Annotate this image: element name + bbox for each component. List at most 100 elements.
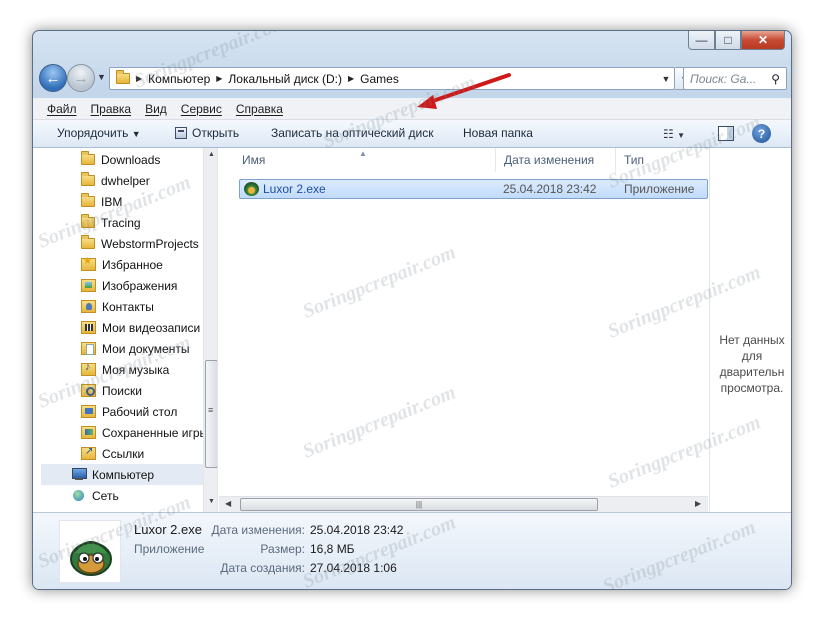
- nav-item-label: Downloads: [101, 152, 161, 167]
- file-list-horizontal-scrollbar[interactable]: ◀ ||| ▶: [219, 496, 708, 512]
- scroll-up-arrow-icon[interactable]: ▲: [204, 151, 217, 158]
- searches-folder-icon: [81, 384, 96, 397]
- recent-pages-dropdown[interactable]: ▼: [97, 72, 106, 82]
- desktop-folder-icon: [81, 405, 96, 418]
- change-view-button[interactable]: ☷ ▼: [663, 127, 685, 141]
- maximize-button[interactable]: □: [715, 31, 741, 50]
- chevron-right-icon[interactable]: ▶: [348, 74, 354, 83]
- nav-item-label: Избранное: [102, 257, 163, 272]
- file-date-modified: 25.04.2018 23:42: [503, 182, 597, 196]
- menu-view[interactable]: Вид: [145, 102, 167, 116]
- breadcrumb-drive-d[interactable]: Локальный диск (D:): [228, 72, 342, 86]
- luxor-beetle-icon: [70, 541, 112, 576]
- no-preview-message: Нет данных для дварительн просмотра.: [719, 333, 785, 395]
- folder-icon: [81, 151, 95, 165]
- nav-item-dwhelper[interactable]: dwhelper: [81, 170, 150, 191]
- nav-item-computer[interactable]: Компьютер: [41, 464, 203, 485]
- nav-item-music[interactable]: Моя музыка: [81, 359, 169, 380]
- nav-item-favorites[interactable]: Избранное: [81, 254, 163, 275]
- column-header-name[interactable]: Имя: [234, 148, 496, 172]
- documents-folder-icon: [81, 342, 96, 355]
- luxor-app-icon: [244, 182, 259, 196]
- nav-item-searches[interactable]: Поиски: [81, 380, 142, 401]
- forward-button[interactable]: →: [67, 64, 95, 92]
- arrow-right-icon: →: [73, 69, 89, 87]
- nav-item-desktop[interactable]: Рабочий стол: [81, 401, 177, 422]
- breadcrumb-games[interactable]: Games: [360, 72, 399, 86]
- view-details-icon: ☷: [663, 127, 674, 141]
- menu-help[interactable]: Справка: [236, 102, 283, 116]
- nav-item-label: IBM: [101, 194, 123, 209]
- nav-item-ibm[interactable]: IBM: [81, 191, 122, 212]
- pictures-folder-icon: [81, 279, 96, 292]
- burn-button[interactable]: Записать на оптический диск: [271, 126, 434, 140]
- file-list: ▲ Имя Дата изменения Тип Luxor 2.exe 25.…: [219, 148, 708, 512]
- nav-item-label: Tracing: [101, 215, 141, 230]
- menu-file[interactable]: Файл: [47, 102, 77, 116]
- size-value: 16,8 МБ: [310, 542, 355, 556]
- search-icon[interactable]: ⚲: [771, 72, 780, 86]
- nav-item-label: dwhelper: [101, 173, 150, 188]
- nav-item-links[interactable]: Ссылки: [81, 443, 144, 464]
- menu-edit[interactable]: Правка: [91, 102, 132, 116]
- back-button[interactable]: ←: [39, 64, 67, 92]
- organize-label: Упорядочить: [57, 126, 129, 140]
- nav-item-label: Компьютер: [92, 467, 155, 482]
- nav-item-tracing[interactable]: Tracing: [81, 212, 141, 233]
- created-value: 27.04.2018 1:06: [310, 561, 397, 575]
- chevron-right-icon[interactable]: ▶: [136, 74, 142, 83]
- arrow-left-icon: ←: [45, 69, 61, 87]
- preview-pane-toggle-icon[interactable]: [718, 126, 734, 141]
- menu-bar: Файл Правка Вид Сервис Справка: [33, 98, 791, 120]
- address-dropdown-button[interactable]: ▼: [658, 74, 674, 84]
- scroll-down-arrow-icon[interactable]: ▼: [204, 498, 217, 505]
- minimize-button[interactable]: —: [688, 31, 715, 50]
- chevron-down-icon: ▼: [131, 129, 141, 139]
- nav-item-label: Сохраненные игры: [102, 425, 209, 440]
- nav-item-videos[interactable]: Мои видеозаписи: [81, 317, 200, 338]
- help-icon[interactable]: ?: [752, 124, 771, 143]
- modified-value: 25.04.2018 23:42: [310, 523, 404, 537]
- nav-item-label: Контакты: [102, 299, 154, 314]
- scroll-left-arrow-icon[interactable]: ◀: [225, 499, 231, 508]
- search-input[interactable]: Поиск: Ga... ⚲: [683, 67, 787, 90]
- nav-item-label: WebstormProjects: [101, 236, 199, 251]
- column-header-date-modified[interactable]: Дата изменения: [496, 148, 616, 172]
- network-icon: [71, 489, 86, 502]
- address-row: ← → ▼ ▶ Компьютер ▶ Локальный диск (D:) …: [39, 64, 787, 92]
- scroll-thumb[interactable]: [205, 360, 217, 468]
- close-button[interactable]: ✕: [741, 31, 785, 50]
- caption-buttons: — □ ✕: [688, 31, 785, 50]
- folder-icon: [116, 70, 130, 84]
- column-header-type[interactable]: Тип: [616, 148, 708, 172]
- nav-item-network[interactable]: Сеть: [71, 485, 119, 506]
- scroll-right-arrow-icon[interactable]: ▶: [695, 499, 701, 508]
- folder-icon: [81, 172, 95, 186]
- nav-item-label: Мои документы: [102, 341, 190, 356]
- scroll-thumb[interactable]: |||: [240, 498, 598, 511]
- nav-vertical-scrollbar[interactable]: ▲ ▼: [203, 148, 217, 512]
- nav-item-label: Ссылки: [102, 446, 145, 461]
- nav-item-contacts[interactable]: Контакты: [81, 296, 154, 317]
- file-row[interactable]: Luxor 2.exe 25.04.2018 23:42 Приложение: [239, 179, 708, 199]
- menu-tools[interactable]: Сервис: [181, 102, 222, 116]
- nav-item-label: Моя музыка: [102, 362, 170, 377]
- chevron-down-icon: ▼: [677, 131, 686, 140]
- computer-icon: [71, 468, 87, 481]
- nav-item-webstormprojects[interactable]: WebstormProjects: [81, 233, 199, 254]
- new-folder-button[interactable]: Новая папка: [463, 126, 533, 140]
- nav-item-documents[interactable]: Мои документы: [81, 338, 189, 359]
- chevron-right-icon[interactable]: ▶: [216, 74, 222, 83]
- file-thumbnail: [59, 520, 121, 583]
- open-button[interactable]: Открыть: [175, 126, 239, 140]
- nav-item-pictures[interactable]: Изображения: [81, 275, 177, 296]
- organize-button[interactable]: Упорядочить ▼: [57, 126, 141, 140]
- navigation-pane: Downloads dwhelper IBM Tracing WebstormP…: [33, 148, 218, 512]
- open-icon: [175, 127, 187, 139]
- command-bar: Упорядочить ▼ Открыть Записать на оптиче…: [33, 120, 791, 148]
- nav-item-downloads[interactable]: Downloads: [81, 149, 160, 170]
- nav-item-saved-games[interactable]: Сохраненные игры: [81, 422, 208, 443]
- address-bar[interactable]: ▶ Компьютер ▶ Локальный диск (D:) ▶ Game…: [109, 67, 675, 90]
- folder-icon: [81, 193, 95, 207]
- breadcrumb-computer[interactable]: Компьютер: [148, 72, 210, 86]
